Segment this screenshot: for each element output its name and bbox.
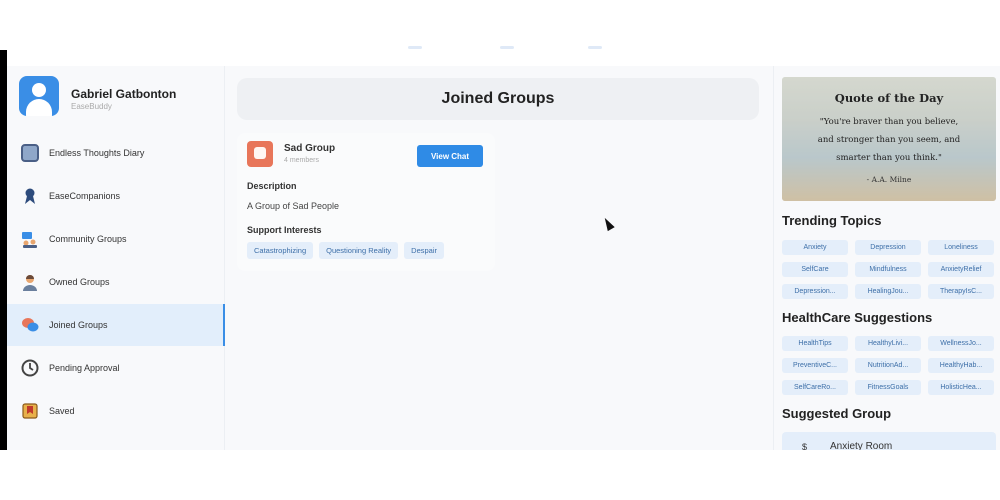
trending-topic-chip[interactable]: Loneliness — [928, 240, 994, 255]
interest-tag[interactable]: Questioning Reality — [319, 242, 399, 259]
page-bottom — [0, 450, 1000, 500]
top-indicator — [588, 46, 602, 49]
healthcare-chip[interactable]: PreventiveC... — [782, 358, 848, 373]
page-header: Joined Groups — [237, 78, 759, 120]
sidebar-item-label: EaseCompanions — [49, 191, 121, 201]
sidebar-item-label: Owned Groups — [49, 277, 110, 287]
sidebar-item-easecompanions[interactable]: EaseCompanions — [7, 175, 225, 217]
trending-topic-chip[interactable]: SelfCare — [782, 262, 848, 277]
main-content: Joined Groups Sad Group 4 members View C… — [225, 66, 773, 450]
chat-bubbles-icon — [21, 316, 39, 334]
suggested-group-icon: $ — [802, 442, 808, 450]
healthcare-suggestions-title: HealthCare Suggestions — [782, 310, 933, 325]
sidebar-item-saved[interactable]: Saved — [7, 390, 225, 432]
suggested-group-title: Suggested Group — [782, 406, 892, 421]
trending-topic-chip[interactable]: Anxiety — [782, 240, 848, 255]
avatar[interactable] — [19, 76, 59, 116]
sidebar-item-pending-approval[interactable]: Pending Approval — [7, 347, 225, 389]
pending-icon — [21, 359, 39, 377]
profile-card[interactable]: Gabriel Gatbonton EaseBuddy — [19, 76, 219, 120]
right-panel: Quote of the Day "You're braver than you… — [773, 66, 1000, 450]
trending-topic-chip[interactable]: AnxietyRelief — [928, 262, 994, 277]
ribbon-icon — [21, 187, 39, 205]
top-indicator — [408, 46, 422, 49]
quote-line: smarter than you think." — [836, 153, 942, 163]
top-indicator — [500, 46, 514, 49]
suggested-group-item[interactable]: $ Anxiety Room — [782, 432, 996, 450]
healthcare-chip[interactable]: WellnessJo... — [928, 336, 994, 351]
description-label: Description — [247, 181, 297, 191]
person-icon — [21, 273, 39, 291]
interest-tag[interactable]: Catastrophizing — [247, 242, 314, 259]
trending-topic-chip[interactable]: HealingJou... — [855, 284, 921, 299]
app: Gabriel Gatbonton EaseBuddy Endless Thou… — [7, 66, 1000, 450]
trending-topics-title: Trending Topics — [782, 213, 882, 228]
page-title: Joined Groups — [441, 90, 555, 107]
healthcare-chip[interactable]: HealthyHab... — [928, 358, 994, 373]
sidebar-item-diary[interactable]: Endless Thoughts Diary — [7, 132, 225, 174]
profile-name: Gabriel Gatbonton — [71, 87, 177, 101]
interest-tag[interactable]: Despair — [404, 242, 445, 259]
healthcare-chip[interactable]: HealthyLivi... — [855, 336, 921, 351]
view-chat-button[interactable]: View Chat — [417, 145, 483, 167]
sidebar-item-label: Joined Groups — [49, 320, 108, 330]
group-card: Sad Group 4 members View Chat Descriptio… — [237, 133, 495, 271]
bookmark-icon — [21, 402, 39, 420]
trending-topic-chip[interactable]: Mindfulness — [855, 262, 921, 277]
quote-line: and stronger than you seem, and — [817, 135, 961, 145]
support-interests-label: Support Interests — [247, 225, 322, 235]
group-member-count: 4 members — [284, 157, 320, 164]
group-icon — [247, 141, 273, 167]
screen: Gabriel Gatbonton EaseBuddy Endless Thou… — [0, 0, 1000, 500]
healthcare-chip[interactable]: HolisticHea... — [928, 380, 994, 395]
diary-icon — [21, 144, 39, 162]
description-text: A Group of Sad People — [247, 201, 340, 211]
healthcare-chip[interactable]: FitnessGoals — [855, 380, 921, 395]
sidebar-item-label: Saved — [49, 406, 75, 416]
suggested-group-name: Anxiety Room — [830, 441, 893, 450]
sidebar-item-label: Pending Approval — [49, 363, 120, 373]
trending-topic-chip[interactable]: Depression... — [782, 284, 848, 299]
healthcare-chip[interactable]: HealthTips — [782, 336, 848, 351]
interest-tags: Catastrophizing Questioning Reality Desp… — [247, 242, 445, 259]
sidebar: Gabriel Gatbonton EaseBuddy Endless Thou… — [7, 66, 225, 450]
sidebar-item-owned-groups[interactable]: Owned Groups — [7, 261, 225, 303]
trending-topic-chip[interactable]: TherapyIsC... — [928, 284, 994, 299]
sidebar-item-label: Endless Thoughts Diary — [49, 148, 145, 158]
community-icon — [21, 230, 39, 248]
quote-line: "You're braver than you believe, — [819, 117, 959, 127]
sidebar-item-label: Community Groups — [49, 234, 127, 244]
healthcare-chip[interactable]: NutritionAd... — [855, 358, 921, 373]
trending-topic-chip[interactable]: Depression — [855, 240, 921, 255]
healthcare-chip[interactable]: SelfCareRo... — [782, 380, 848, 395]
profile-subtitle: EaseBuddy — [71, 102, 112, 111]
quote-of-the-day: Quote of the Day "You're braver than you… — [782, 77, 996, 201]
sidebar-item-joined-groups[interactable]: Joined Groups — [7, 304, 225, 346]
window-edge — [0, 50, 7, 450]
sidebar-item-community-groups[interactable]: Community Groups — [7, 218, 225, 260]
quote-title: Quote of the Day — [834, 91, 944, 105]
group-name[interactable]: Sad Group — [284, 143, 335, 154]
quote-author: - A.A. Milne — [866, 175, 912, 184]
